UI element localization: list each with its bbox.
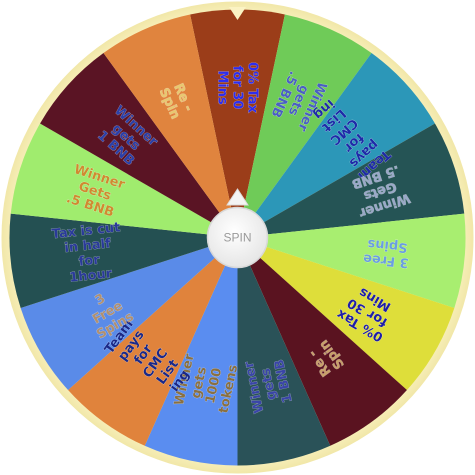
- segment-label-line: for 30: [230, 66, 245, 110]
- spin-button-label: SPIN: [223, 231, 251, 245]
- segment-label-line: 0% Tax: [245, 62, 260, 114]
- segment-label: 3 FreeSpins: [362, 235, 410, 270]
- prize-wheel: 0% Taxfor 30Mins Winnergets.5 BNBTeampays…: [1, 1, 474, 474]
- segment-label-line: Mins: [215, 70, 230, 105]
- wheel-stage: 0% Tax for 30 Mins Winner gets .5 BNB Team pays…: [0, 0, 475, 475]
